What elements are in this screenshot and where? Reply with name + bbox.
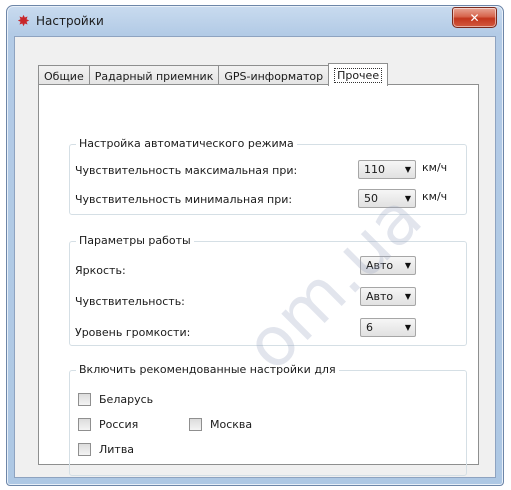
chevron-down-icon: ▼	[404, 323, 411, 332]
close-icon: ✕	[469, 10, 480, 25]
checkbox-box[interactable]	[78, 418, 91, 431]
brightness-label: Яркость:	[75, 264, 126, 277]
group-recommended-settings: Включить рекомендованные настройки для Б…	[69, 363, 467, 476]
chevron-down-icon: ▼	[404, 292, 411, 301]
chevron-down-icon: ▼	[404, 194, 411, 203]
window-title: Настройки	[36, 14, 104, 28]
brightness-dropdown[interactable]: Авто ▼	[360, 256, 416, 275]
tab-general[interactable]: Общие	[38, 65, 90, 86]
max-speed-unit: км/ч	[422, 161, 448, 174]
checkbox-moscow-label: Москва	[210, 418, 253, 431]
group-title-operating-params: Параметры работы	[76, 234, 194, 247]
group-title-auto-mode: Настройка автоматического режима	[76, 137, 297, 150]
volume-label: Уровень громкости:	[75, 326, 191, 339]
checkbox-moscow[interactable]: Москва	[189, 418, 252, 431]
checkbox-lithuania[interactable]: Литва	[78, 443, 134, 456]
sensitivity-dropdown[interactable]: Авто ▼	[360, 287, 416, 306]
tab-strip: Общие Радарный приемник GPS-информатор П…	[38, 63, 389, 86]
app-icon: ✸	[17, 12, 30, 30]
min-speed-unit: км/ч	[422, 190, 448, 203]
max-speed-value: 110	[364, 163, 385, 176]
volume-dropdown[interactable]: 6 ▼	[360, 318, 416, 337]
min-sensitivity-label: Чувствительность минимальная при:	[75, 193, 293, 206]
checkbox-russia[interactable]: Россия	[78, 418, 138, 431]
sensitivity-value: Авто	[366, 290, 394, 303]
brightness-value: Авто	[366, 259, 394, 272]
chevron-down-icon: ▼	[404, 165, 411, 174]
checkbox-box[interactable]	[189, 418, 202, 431]
dialog-client-area: Общие Радарный приемник GPS-информатор П…	[14, 36, 496, 478]
checkbox-russia-label: Россия	[99, 418, 139, 431]
tab-other[interactable]: Прочее	[328, 63, 389, 86]
sensitivity-label: Чувствительность:	[75, 295, 185, 308]
min-speed-value: 50	[364, 192, 378, 205]
min-speed-dropdown[interactable]: 50 ▼	[358, 189, 416, 208]
volume-value: 6	[366, 321, 373, 334]
checkbox-box[interactable]	[78, 443, 91, 456]
close-button[interactable]: ✕	[452, 7, 497, 28]
tab-gps-informer[interactable]: GPS-информатор	[218, 65, 330, 86]
checkbox-lithuania-label: Литва	[99, 443, 135, 456]
checkbox-box[interactable]	[78, 393, 91, 406]
group-auto-mode: Настройка автоматического режима Чувстви…	[69, 137, 467, 215]
settings-window: ✸ Настройки ✕ Общие Радарный приемник GP…	[6, 5, 504, 486]
checkbox-belarus-label: Беларусь	[99, 393, 154, 406]
checkbox-belarus[interactable]: Беларусь	[78, 393, 153, 406]
max-sensitivity-label: Чувствительность максимальная при:	[75, 164, 298, 177]
title-bar[interactable]: ✸ Настройки ✕	[7, 6, 503, 36]
tab-radar-receiver[interactable]: Радарный приемник	[88, 65, 220, 86]
group-title-recommended: Включить рекомендованные настройки для	[76, 363, 339, 376]
tab-panel-other: Настройка автоматического режима Чувстви…	[38, 84, 479, 476]
group-operating-params: Параметры работы Яркость: Авто ▼ Чувстви…	[69, 234, 467, 346]
max-speed-dropdown[interactable]: 110 ▼	[358, 160, 416, 179]
chevron-down-icon: ▼	[404, 261, 411, 270]
